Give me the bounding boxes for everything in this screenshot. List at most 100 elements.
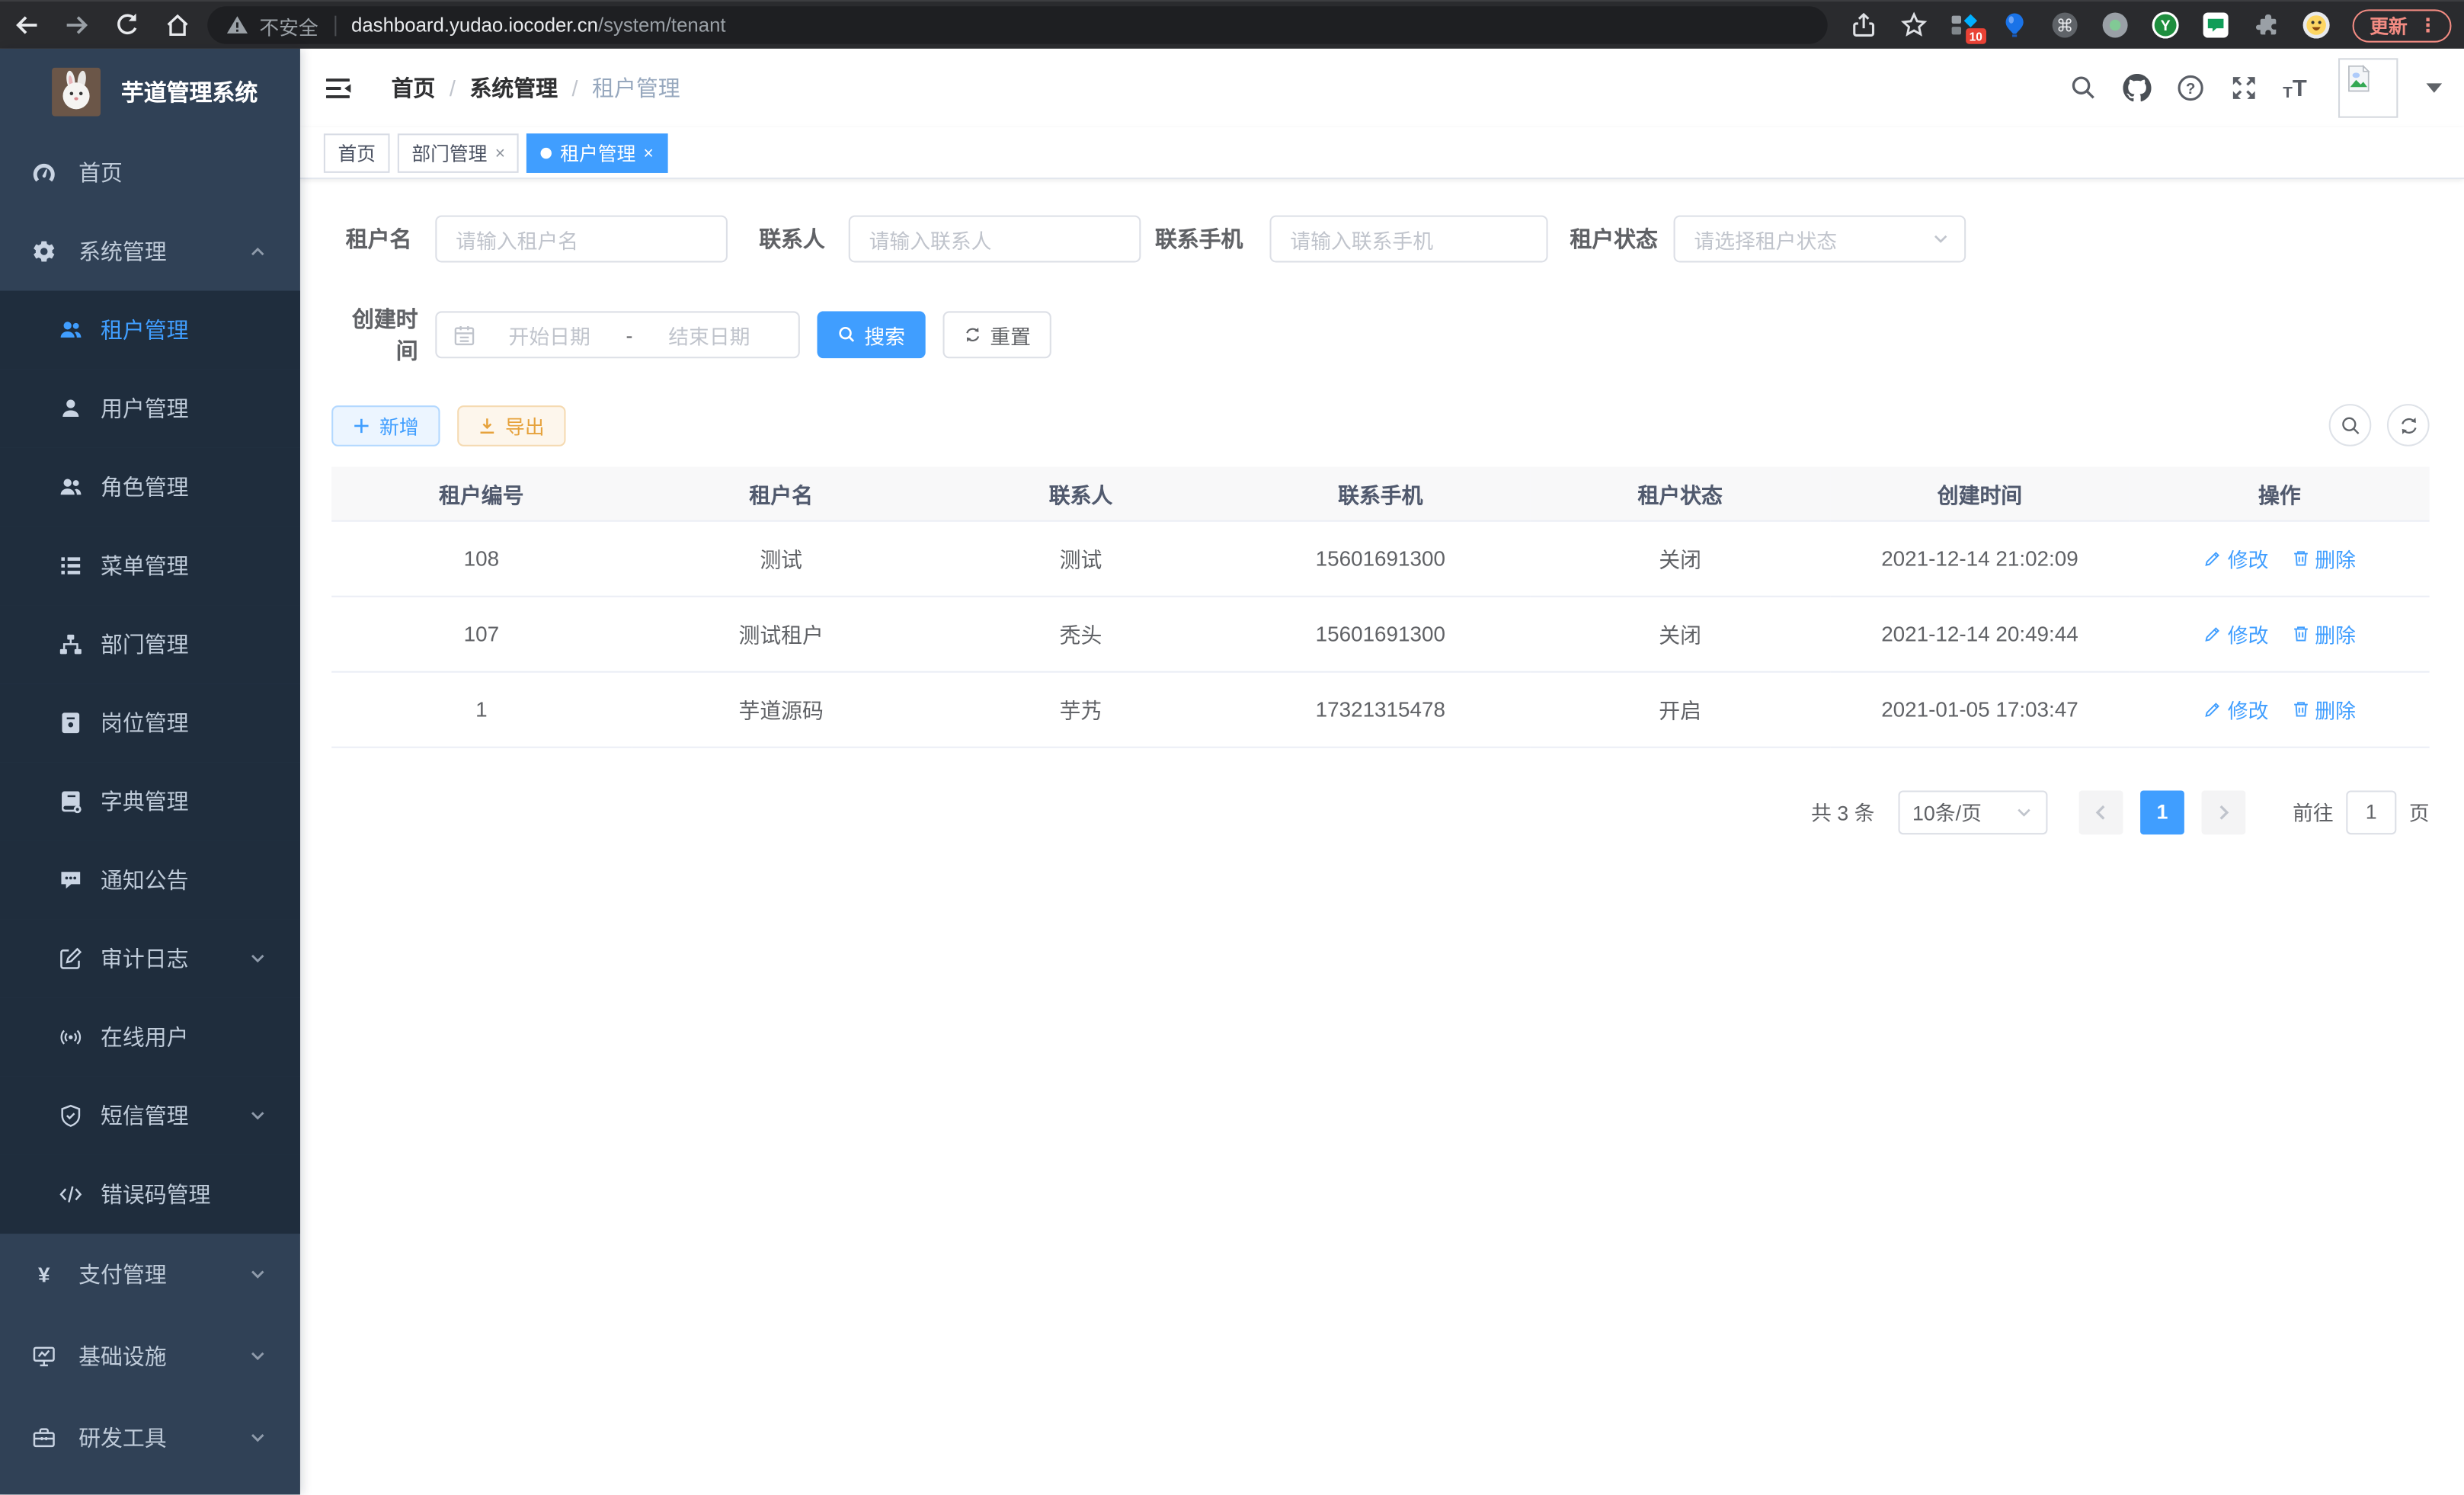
sidebar-item-dev-tools[interactable]: 研发工具 — [0, 1397, 300, 1479]
sidebar-item-notice[interactable]: 通知公告 — [0, 840, 300, 919]
goto-page-input[interactable] — [2346, 789, 2396, 834]
edit-log-icon — [58, 946, 83, 972]
extension-y-icon[interactable]: Y — [2152, 11, 2180, 39]
phone-input[interactable]: 请输入联系手机 — [1270, 216, 1548, 263]
sidebar-item-role[interactable]: 角色管理 — [0, 448, 300, 527]
app-logo[interactable]: 芋道管理系统 — [0, 49, 300, 133]
sidebar-item-user[interactable]: 用户管理 — [0, 370, 300, 448]
cell-created: 2021-12-14 20:49:44 — [1830, 596, 2130, 671]
extensions-puzzle-icon[interactable] — [2252, 11, 2280, 39]
edit-button[interactable]: 修改 — [2203, 619, 2269, 648]
sidebar-item-menu[interactable]: 菜单管理 — [0, 527, 300, 605]
tab-home[interactable]: 首页 — [324, 133, 390, 173]
url-bar[interactable]: 不安全 dashboard.yudao.iocoder.cn/system/te… — [207, 6, 1827, 44]
fullscreen-icon[interactable] — [2229, 74, 2258, 102]
app-title: 芋道管理系统 — [121, 75, 258, 107]
home-icon[interactable] — [164, 11, 192, 39]
active-tab-dot — [541, 148, 552, 158]
tab-dept[interactable]: 部门管理× — [398, 133, 520, 173]
badge-icon — [58, 710, 83, 735]
export-button[interactable]: 导出 — [457, 405, 565, 446]
more-menu-icon[interactable]: ⋮ — [2418, 14, 2437, 37]
prev-page-button[interactable] — [2079, 789, 2123, 834]
next-page-button[interactable] — [2201, 789, 2245, 834]
sidebar-fold-icon[interactable] — [325, 75, 352, 101]
extension-grid-icon[interactable]: 10 — [1950, 11, 1979, 39]
add-button[interactable]: 新增 — [331, 405, 440, 446]
close-icon[interactable]: × — [644, 144, 654, 163]
tab-tenant[interactable]: 租户管理 × — [527, 133, 667, 173]
github-icon[interactable] — [2123, 74, 2151, 102]
sidebar-item-dept[interactable]: 部门管理 — [0, 605, 300, 683]
sidebar-item-home[interactable]: 首页 — [0, 133, 300, 212]
extension-chat-icon[interactable] — [2202, 11, 2230, 39]
not-secure-warning-icon — [226, 14, 248, 37]
extension-dot-icon[interactable] — [2101, 11, 2130, 39]
sidebar-item-label: 研发工具 — [78, 1423, 167, 1454]
breadcrumb-item[interactable]: 首页 — [392, 72, 436, 104]
page-size-select[interactable]: 10条/页 — [1898, 789, 2047, 834]
column-header: 租户状态 — [1530, 467, 1829, 520]
cell-created: 2021-12-14 21:02:09 — [1830, 520, 2130, 596]
date-range-picker[interactable]: 开始日期 - 结束日期 — [435, 311, 800, 358]
delete-button[interactable]: 删除 — [2290, 694, 2356, 724]
search-icon[interactable] — [2069, 74, 2098, 102]
breadcrumb-item[interactable]: 系统管理 — [469, 72, 558, 104]
status-select[interactable]: 请选择租户状态 — [1674, 216, 1966, 263]
sidebar-menu: 首页系统管理租户管理用户管理角色管理菜单管理部门管理岗位管理字典管理通知公告审计… — [0, 133, 300, 1479]
extension-balloon-icon[interactable] — [2001, 11, 2029, 39]
total-count: 共 3 条 — [1811, 797, 1874, 827]
delete-button[interactable]: 删除 — [2290, 619, 2356, 648]
table-row: 108测试测试15601691300关闭2021-12-14 21:02:09修… — [331, 520, 2429, 596]
sidebar-item-audit-log[interactable]: 审计日志 — [0, 920, 300, 998]
download-icon — [478, 416, 498, 435]
reset-button[interactable]: 重置 — [943, 311, 1051, 358]
contact-input[interactable]: 请输入联系人 — [849, 216, 1141, 263]
cell-status: 开启 — [1530, 671, 1829, 747]
help-icon[interactable]: ? — [2176, 74, 2204, 102]
extension-command-icon[interactable]: ⌘ — [2051, 11, 2079, 39]
table-refresh-button[interactable] — [2387, 404, 2430, 447]
date-separator: - — [622, 323, 635, 347]
tab-label: 租户管理 — [560, 140, 635, 167]
sidebar-item-tenant[interactable]: 租户管理 — [0, 291, 300, 370]
search-button[interactable]: 搜索 — [818, 311, 926, 358]
svg-text:?: ? — [2185, 80, 2195, 98]
close-icon[interactable]: × — [495, 144, 505, 163]
reload-icon[interactable] — [114, 11, 142, 39]
edit-button[interactable]: 修改 — [2203, 694, 2269, 724]
font-size-icon[interactable]: TT — [2283, 75, 2307, 101]
sidebar-item-infra[interactable]: 基础设施 — [0, 1315, 300, 1397]
sidebar-item-online-user[interactable]: 在线用户 — [0, 998, 300, 1077]
sidebar-item-pay[interactable]: ¥支付管理 — [0, 1234, 300, 1315]
sidebar-item-system[interactable]: 系统管理 — [0, 212, 300, 290]
table-search-toggle-button[interactable] — [2329, 404, 2372, 447]
edit-button[interactable]: 修改 — [2203, 543, 2269, 573]
caret-down-icon[interactable] — [2427, 83, 2443, 92]
delete-button[interactable]: 删除 — [2290, 543, 2356, 573]
sidebar-item-error-code[interactable]: 错误码管理 — [0, 1155, 300, 1234]
browser-update-button[interactable]: 更新 ⋮ — [2353, 8, 2452, 41]
contact-label: 联系人 — [728, 223, 825, 255]
start-date-placeholder: 开始日期 — [476, 320, 622, 350]
sidebar-item-label: 通知公告 — [101, 864, 189, 895]
back-icon[interactable] — [13, 11, 41, 39]
monitor-icon — [31, 1343, 56, 1369]
sidebar-item-label: 菜单管理 — [101, 550, 189, 581]
tenant-name-input[interactable]: 请输入租户名 — [435, 216, 728, 263]
column-header: 操作 — [2130, 467, 2429, 520]
sidebar-item-sms[interactable]: 短信管理 — [0, 1077, 300, 1155]
sidebar-item-post[interactable]: 岗位管理 — [0, 683, 300, 762]
forward-icon[interactable] — [63, 11, 91, 39]
users-icon — [58, 475, 83, 500]
code-brackets-icon — [58, 1182, 83, 1207]
star-icon[interactable] — [1900, 11, 1928, 39]
extension-emoji-icon[interactable] — [2302, 11, 2331, 39]
share-icon[interactable] — [1850, 11, 1878, 39]
sidebar-item-dict[interactable]: 字典管理 — [0, 762, 300, 840]
chevron-down-icon — [250, 1349, 266, 1365]
avatar[interactable] — [2338, 58, 2398, 117]
sidebar-item-label: 短信管理 — [101, 1100, 189, 1132]
page-number-button[interactable]: 1 — [2140, 789, 2184, 834]
sidebar-item-label: 岗位管理 — [101, 707, 189, 738]
